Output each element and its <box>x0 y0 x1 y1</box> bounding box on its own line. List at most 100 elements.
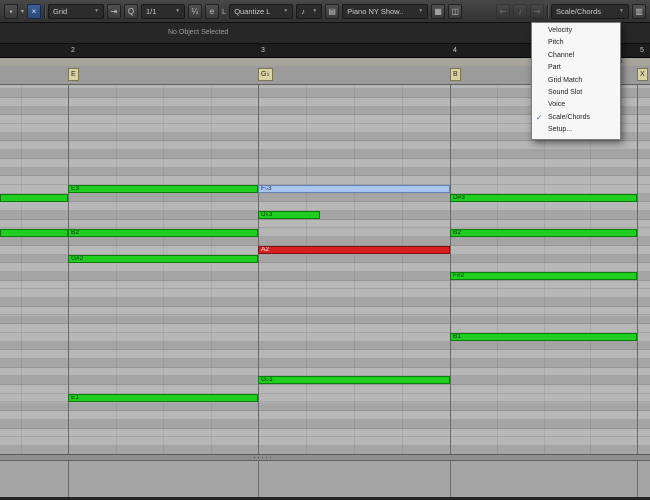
midi-note[interactable]: D#3 <box>450 193 637 202</box>
step-forward-button[interactable]: ⇥ <box>530 3 544 19</box>
event-colors-dropdown[interactable]: Scale/Chords ▼ <box>551 3 629 19</box>
iterative-quantize-button[interactable]: Q <box>124 3 139 19</box>
pitch-row <box>0 350 650 359</box>
beat-line <box>590 85 592 454</box>
insert-mode-button[interactable]: ▦ <box>431 3 446 19</box>
midi-note[interactable]: B2 <box>68 228 258 237</box>
pitch-row <box>0 289 650 299</box>
menu-item-label: Voice <box>548 101 566 109</box>
pitch-row <box>0 446 650 454</box>
pitch-row <box>0 211 650 220</box>
pitch-row <box>0 419 650 429</box>
note-value-dropdown[interactable]: ♪ ▼ <box>296 3 323 19</box>
lane-splitter[interactable]: ····· <box>0 452 650 462</box>
menu-item-label: Sound Slot <box>548 88 583 96</box>
measure-line <box>450 85 451 454</box>
controller-lane[interactable] <box>0 461 650 497</box>
ruler-measure-number: 3 <box>261 47 265 54</box>
chord-event[interactable]: X <box>637 68 648 81</box>
keys-mode-button[interactable]: ◫ <box>448 3 463 19</box>
toolbar-options-caret-icon[interactable]: ▾ <box>21 8 24 15</box>
pitch-row <box>0 298 650 307</box>
pitch-row <box>0 263 650 272</box>
menu-item-label: Scale/Chords <box>548 113 591 121</box>
grid-type-dropdown[interactable]: Grid ▼ <box>48 3 105 19</box>
menu-item-label: Part <box>548 64 561 72</box>
colors-menu-item[interactable]: Grid Match <box>532 75 620 87</box>
colors-menu-item[interactable]: Voice <box>532 99 620 111</box>
pitch-row <box>0 411 650 420</box>
pitch-row <box>0 237 650 246</box>
pitch-row <box>0 141 650 151</box>
quantize-preset-dropdown[interactable]: 1/1 ▼ <box>141 3 186 19</box>
ruler-measure-number: 5 <box>640 47 644 54</box>
menu-item-label: Channel <box>548 51 575 59</box>
selection-status-text: No Object Selected <box>168 29 229 36</box>
colors-menu-item[interactable]: Velocity <box>532 25 620 37</box>
chevron-down-icon: ▼ <box>283 8 289 14</box>
step-back-button[interactable]: ⇤ <box>496 3 510 19</box>
length-quantize-prefix: L <box>222 6 227 16</box>
pitch-row <box>0 341 650 351</box>
step-back-icon: ⇤ <box>499 6 507 16</box>
midi-note[interactable]: D♭3 <box>258 211 320 220</box>
autoscroll-button[interactable]: ⇥ <box>107 3 122 19</box>
note-icon: ♪ <box>301 6 305 16</box>
midi-note[interactable]: G♭1 <box>258 376 450 385</box>
beat-line <box>543 85 545 454</box>
beat-line <box>20 85 22 454</box>
chord-event[interactable]: G♭ <box>258 68 273 81</box>
lane-measure-line <box>68 461 69 497</box>
beat-line <box>402 85 403 454</box>
patch-dropdown[interactable]: Piano NY Show.. ▼ <box>342 3 429 19</box>
midi-note[interactable]: F#2 <box>450 272 637 280</box>
pitch-row <box>0 324 650 333</box>
note-grid[interactable]: E3 F♭3 D#3 D♭3 B2 B2 A2 G#2 F#2 B1 G♭1 E1 <box>0 85 650 454</box>
window-layout-icon: ▥ <box>635 6 643 16</box>
menu-item-label: Pitch <box>548 39 564 47</box>
midi-note[interactable]: A2 <box>258 245 450 254</box>
toolbar-separator <box>44 4 46 18</box>
midi-note[interactable]: E1 <box>68 393 258 402</box>
colors-menu-item[interactable]: Pitch <box>532 37 620 49</box>
key-editor-window: ▪ ▾ × Grid ▼ ⇥ Q 1/1 ▼ ¼ e L Quantize L … <box>0 0 650 500</box>
length-quantize-dropdown[interactable]: Quantize L ▼ <box>229 3 294 19</box>
chord-event[interactable]: E <box>68 68 79 81</box>
pitch-row <box>0 367 650 377</box>
triplet-quantize-button[interactable]: ¼ <box>188 3 203 19</box>
midi-note[interactable]: B2 <box>450 228 637 237</box>
ruler-measure-number: 2 <box>71 47 75 54</box>
pitch-row <box>0 306 650 316</box>
colors-menu-item[interactable]: Sound Slot <box>532 87 620 99</box>
pitch-row <box>0 219 650 229</box>
pitch-row <box>0 167 650 177</box>
step-note-icon: ♪ <box>518 6 522 16</box>
midi-note[interactable] <box>0 228 68 237</box>
colors-menu-item[interactable]: Setup... <box>532 124 620 136</box>
event-colors-menu: Velocity Pitch Channel Part Grid Match Sound … <box>531 22 621 140</box>
menu-item-label: Grid Match <box>548 76 583 84</box>
midi-note[interactable]: F♭3 <box>258 185 450 193</box>
window-layout-button[interactable]: ▥ <box>632 3 646 19</box>
checkmark-icon: ✓ <box>536 112 543 122</box>
toolbar: ▪ ▾ × Grid ▼ ⇥ Q 1/1 ▼ ¼ e L Quantize L … <box>0 0 650 23</box>
lane-measure-line <box>258 461 259 497</box>
soft-quantize-button[interactable]: e <box>205 3 220 19</box>
pitch-row <box>0 402 650 412</box>
colors-menu-item[interactable]: ✓ Scale/Chords <box>532 112 620 124</box>
midi-note[interactable] <box>0 193 68 202</box>
ruler-measure-number: 4 <box>453 47 457 54</box>
iterative-icon: e <box>209 6 215 16</box>
step-input-button[interactable]: ♪ <box>513 3 527 19</box>
pitch-row <box>0 359 650 368</box>
colors-menu-item[interactable]: Part <box>532 62 620 74</box>
pitch-row <box>0 158 650 168</box>
midi-note[interactable]: B1 <box>450 332 637 341</box>
active-tool-button[interactable]: × <box>27 3 42 19</box>
chord-event[interactable]: B <box>450 68 461 81</box>
midi-note[interactable]: E3 <box>68 185 258 193</box>
midi-note[interactable]: G#2 <box>68 254 258 263</box>
editor-menu-button[interactable]: ▪ <box>4 3 18 19</box>
colors-menu-item[interactable]: Channel <box>532 50 620 62</box>
event-list-button[interactable]: ▤ <box>325 3 340 19</box>
